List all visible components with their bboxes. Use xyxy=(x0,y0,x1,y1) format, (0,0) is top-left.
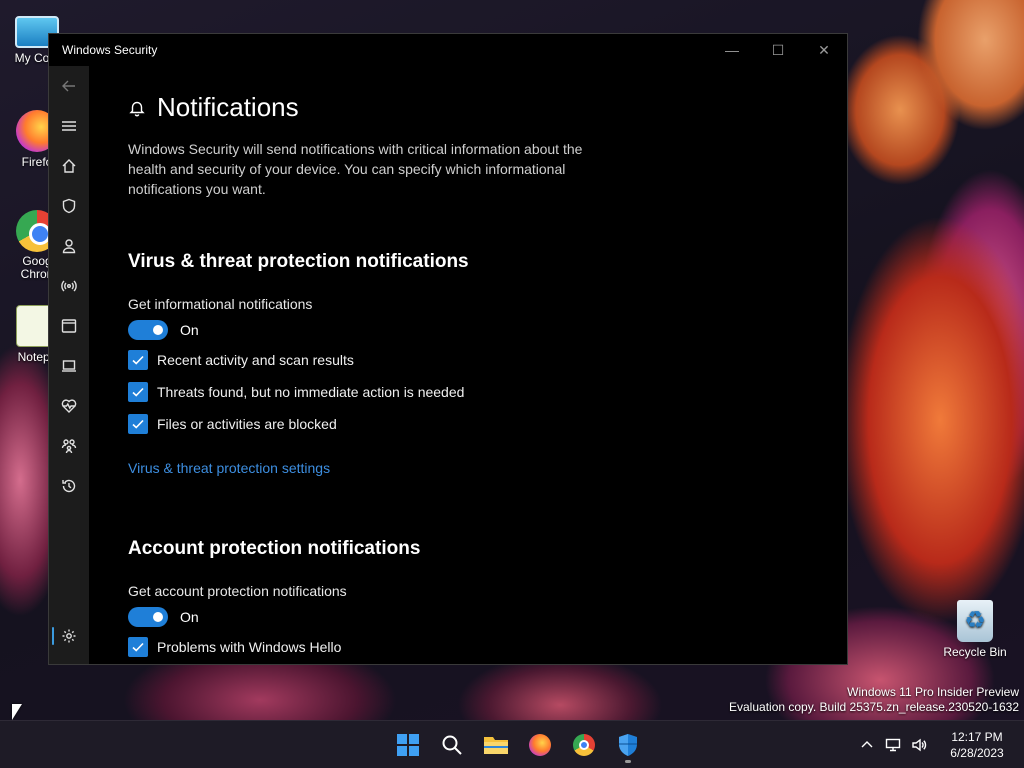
taskbar-apps xyxy=(386,727,650,763)
checkmark-icon xyxy=(132,642,144,652)
heart-pulse-icon xyxy=(61,399,77,413)
chevron-up-icon xyxy=(861,741,873,748)
network-button[interactable] xyxy=(880,737,906,754)
toggle-heading: Get account protection notifications xyxy=(128,583,347,599)
checkbox-files-blocked[interactable]: Files or activities are blocked xyxy=(128,413,847,435)
sidebar-item-home[interactable] xyxy=(49,146,89,186)
sidebar-item-virus-protection[interactable] xyxy=(49,186,89,226)
sidebar-item-protection-history[interactable] xyxy=(49,466,89,506)
checkmark-icon xyxy=(132,355,144,365)
virus-threat-settings-link[interactable]: Virus & threat protection settings xyxy=(128,460,330,476)
clock-date: 6/28/2023 xyxy=(950,746,1004,760)
watermark-line-2: Evaluation copy. Build 25375.zn_release.… xyxy=(729,700,1019,714)
sidebar-item-device-security[interactable] xyxy=(49,346,89,386)
checkbox-label: Recent activity and scan results xyxy=(157,352,354,368)
windows-security-window: Windows Security — ☐ ✕ Notifications Win… xyxy=(48,33,848,665)
hamburger-icon xyxy=(62,121,76,131)
system-tray: 12:17 PM 6/28/2023 xyxy=(854,721,1024,768)
checkbox-box[interactable] xyxy=(128,637,148,657)
page-header: Notifications xyxy=(128,92,847,123)
family-icon xyxy=(61,439,77,454)
clock[interactable]: 12:17 PM 6/28/2023 xyxy=(938,729,1016,761)
home-icon xyxy=(62,159,76,173)
taskbar-chrome-button[interactable] xyxy=(562,727,606,763)
section-title-account-protection: Account protection notifications xyxy=(128,538,421,559)
chrome-icon xyxy=(573,734,595,756)
network-icon xyxy=(885,739,901,752)
taskbar-firefox-button[interactable] xyxy=(518,727,562,763)
checkbox-box[interactable] xyxy=(128,414,148,434)
search-button[interactable] xyxy=(430,727,474,763)
history-icon xyxy=(62,479,76,493)
checkbox-label: Files or activities are blocked xyxy=(157,416,337,432)
start-icon xyxy=(397,734,419,756)
back-button[interactable] xyxy=(49,66,89,106)
desktop-icon-label: Recycle Bin xyxy=(943,645,1007,659)
checkmark-icon xyxy=(132,387,144,397)
show-hidden-icons-button[interactable] xyxy=(854,737,880,754)
checkbox-box[interactable] xyxy=(128,382,148,402)
network-antenna-icon xyxy=(61,280,77,292)
gear-icon xyxy=(62,629,76,643)
account-notifications-toggle-row: On xyxy=(128,606,847,628)
sidebar-item-family-options[interactable] xyxy=(49,426,89,466)
checkbox-windows-hello[interactable]: Problems with Windows Hello xyxy=(128,636,847,658)
section-title-virus-threat: Virus & threat protection notifications xyxy=(128,251,469,272)
taskbar-windows-security-button[interactable] xyxy=(606,727,650,763)
window-title: Windows Security xyxy=(62,43,158,57)
checkmark-icon xyxy=(132,419,144,429)
toggle-state-label: On xyxy=(180,322,199,338)
volume-button[interactable] xyxy=(906,737,932,754)
back-arrow-icon xyxy=(62,80,75,92)
toggle-state-label: On xyxy=(180,609,199,625)
main-content: Notifications Windows Security will send… xyxy=(128,66,847,664)
os-watermark: Windows 11 Pro Insider Preview Evaluatio… xyxy=(729,685,1019,715)
toggle-heading: Get informational notifications xyxy=(128,296,313,312)
sidebar-item-app-browser-control[interactable] xyxy=(49,306,89,346)
desktop-icon-recycle-bin[interactable]: ♻ Recycle Bin xyxy=(938,600,1012,659)
clock-time: 12:17 PM xyxy=(951,730,1003,744)
browser-window-icon xyxy=(61,319,77,333)
close-button[interactable]: ✕ xyxy=(801,34,847,66)
start-button[interactable] xyxy=(386,727,430,763)
watermark-line-1: Windows 11 Pro Insider Preview xyxy=(847,685,1019,699)
file-explorer-icon xyxy=(484,737,508,754)
page-title: Notifications xyxy=(157,92,299,122)
checkbox-label: Problems with Windows Hello xyxy=(157,639,342,655)
windows-security-icon xyxy=(619,734,637,756)
sidebar xyxy=(49,66,89,664)
checkbox-label: Threats found, but no immediate action i… xyxy=(157,384,465,400)
informational-notifications-toggle-row: On xyxy=(128,319,847,341)
taskbar: 12:17 PM 6/28/2023 xyxy=(0,720,1024,768)
sidebar-item-settings[interactable] xyxy=(49,616,89,656)
informational-notifications-toggle[interactable] xyxy=(128,320,168,340)
mouse-cursor xyxy=(12,704,22,720)
sidebar-item-firewall[interactable] xyxy=(49,266,89,306)
title-bar[interactable]: Windows Security — ☐ ✕ xyxy=(49,34,847,66)
menu-button[interactable] xyxy=(49,106,89,146)
recycle-bin-icon: ♻ xyxy=(957,600,993,642)
checkbox-threats-found[interactable]: Threats found, but no immediate action i… xyxy=(128,381,847,403)
checkbox-box[interactable] xyxy=(128,350,148,370)
account-notifications-toggle[interactable] xyxy=(128,607,168,627)
checkbox-recent-activity[interactable]: Recent activity and scan results xyxy=(128,349,847,371)
person-icon xyxy=(62,239,76,254)
sidebar-item-account-protection[interactable] xyxy=(49,226,89,266)
firefox-icon xyxy=(529,734,551,756)
page-description: Windows Security will send notifications… xyxy=(128,141,583,197)
search-icon xyxy=(442,735,462,755)
laptop-icon xyxy=(62,360,76,372)
shield-icon xyxy=(62,198,76,214)
maximize-button[interactable]: ☐ xyxy=(755,34,801,66)
file-explorer-button[interactable] xyxy=(474,727,518,763)
bell-icon xyxy=(129,101,145,116)
minimize-button[interactable]: — xyxy=(709,34,755,66)
sidebar-item-device-performance[interactable] xyxy=(49,386,89,426)
volume-icon xyxy=(912,738,927,752)
